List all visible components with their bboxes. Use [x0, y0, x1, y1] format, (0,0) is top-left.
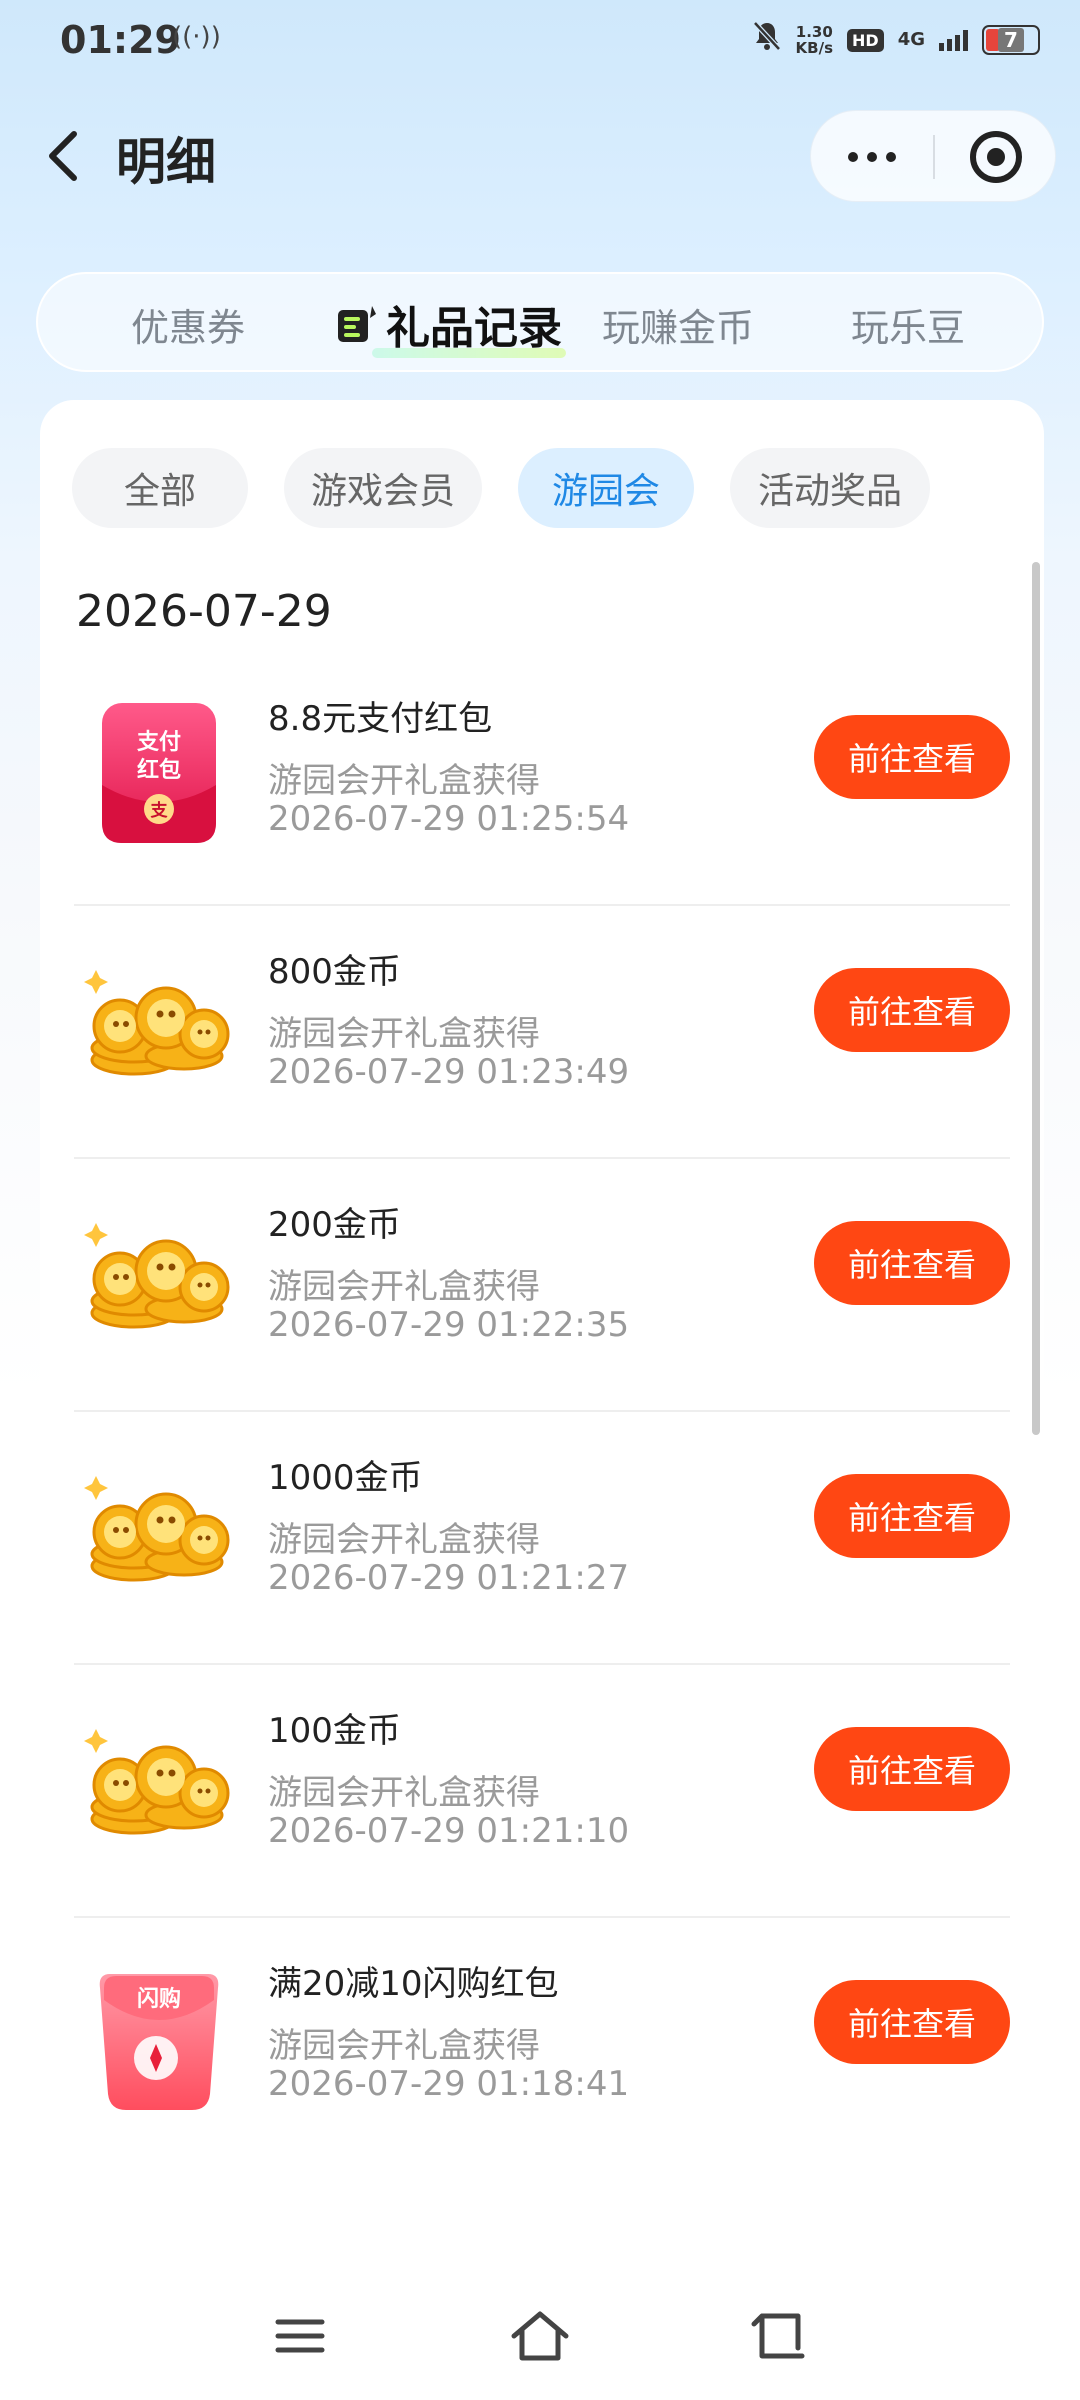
gold-coins-icon [74, 942, 244, 1112]
record-source: 游园会开礼盒获得 [268, 1520, 540, 1560]
record-title: 200金币 [268, 1205, 401, 1245]
main-tab-bar: 优惠券 礼品记录 玩赚金币 玩乐豆 [36, 272, 1044, 372]
list-item: 支付 红包 支 8.8元支付红包 游园会开礼盒获得 2026-07-29 01:… [74, 653, 1010, 906]
header: 明细 [0, 100, 1080, 210]
battery-icon: 7 [982, 25, 1040, 55]
view-button[interactable]: 前往查看 [814, 715, 1010, 799]
back-arrow-icon [49, 131, 77, 181]
payment-red-packet-icon: 支付 红包 支 [74, 689, 244, 859]
gold-coins-icon [74, 1448, 244, 1618]
filter-game-membership[interactable]: 游戏会员 [284, 448, 482, 528]
network-type: 4G [897, 29, 925, 50]
gift-record-list-icon [338, 306, 376, 342]
mute-bell-icon [752, 20, 782, 60]
mini-program-capsule [810, 110, 1056, 202]
flash-sale-label: 闪购 [137, 1986, 181, 2012]
target-circle-icon [970, 131, 1022, 183]
list-item: 1000金币 游园会开礼盒获得 2026-07-29 01:21:27 前往查看 [74, 1412, 1010, 1665]
record-time: 2026-07-29 01:18:41 [268, 2064, 630, 2104]
speed-unit: KB/s [795, 39, 834, 57]
nfc-icon: ((·)) [172, 22, 221, 52]
hd-badge: HD [847, 28, 884, 52]
tab-gift-records[interactable]: 礼品记录 [308, 274, 588, 374]
home-nav-button[interactable] [508, 2308, 572, 2364]
records-card: 全部 游戏会员 游园会 活动奖品 2026-07-29 支付 红包 支 8.8元… [40, 400, 1044, 2180]
record-title: 满20减10闪购红包 [268, 1964, 559, 2004]
tab-coupons[interactable]: 优惠券 [118, 274, 258, 374]
gold-coins-icon [74, 1195, 244, 1365]
view-button[interactable]: 前往查看 [814, 1727, 1010, 1811]
return-icon [751, 2313, 805, 2359]
flash-sale-red-packet-icon: 闪购 [74, 1954, 244, 2124]
red-packet-seal: 支 [151, 800, 169, 821]
tab-earn-coins[interactable]: 玩赚金币 [578, 274, 778, 374]
record-title: 800金币 [268, 952, 401, 992]
filter-garden-party[interactable]: 游园会 [518, 448, 694, 528]
scrollbar[interactable] [1032, 562, 1040, 1435]
list-item: 200金币 游园会开礼盒获得 2026-07-29 01:22:35 前往查看 [74, 1159, 1010, 1412]
record-time: 2026-07-29 01:21:27 [268, 1558, 630, 1598]
page-title: 明细 [116, 133, 216, 191]
record-time: 2026-07-29 01:21:10 [268, 1811, 630, 1851]
view-button[interactable]: 前往查看 [814, 968, 1010, 1052]
record-source: 游园会开礼盒获得 [268, 1773, 540, 1813]
back-button[interactable] [36, 126, 92, 186]
signal-bars-icon [939, 29, 968, 51]
record-title: 1000金币 [268, 1458, 423, 1498]
menu-icon [275, 2319, 325, 2353]
red-packet-line-2: 红包 [137, 757, 181, 783]
tab-gift-records-label: 礼品记录 [372, 292, 566, 358]
list-item: 800金币 游园会开礼盒获得 2026-07-29 01:23:49 前往查看 [74, 906, 1010, 1159]
tab-fun-beans[interactable]: 玩乐豆 [828, 274, 988, 374]
list-item: 闪购 满20减10闪购红包 游园会开礼盒获得 2026-07-29 01:18:… [74, 1918, 1010, 2171]
status-time: 01:29 [60, 18, 181, 62]
record-source: 游园会开礼盒获得 [268, 761, 540, 801]
system-nav-bar [0, 2290, 1080, 2380]
network-speed: 1.30 KB/s [796, 24, 833, 56]
back-nav-button[interactable] [748, 2308, 812, 2364]
status-icons: 1.30 KB/s HD 4G 7 [752, 20, 1040, 60]
close-mini-program-button[interactable] [935, 111, 1057, 203]
record-list: 支付 红包 支 8.8元支付红包 游园会开礼盒获得 2026-07-29 01:… [74, 653, 1010, 2171]
record-source: 游园会开礼盒获得 [268, 1014, 540, 1054]
home-icon [511, 2311, 569, 2361]
record-source: 游园会开礼盒获得 [268, 2026, 540, 2066]
date-heading: 2026-07-29 [76, 586, 332, 637]
filter-all[interactable]: 全部 [72, 448, 248, 528]
status-bar: 01:29 ((·)) 1.30 KB/s HD 4G 7 [0, 0, 1080, 80]
battery-level: 7 [998, 28, 1024, 52]
more-button[interactable] [811, 111, 933, 203]
view-button[interactable]: 前往查看 [814, 1980, 1010, 2064]
record-title: 100金币 [268, 1711, 401, 1751]
record-time: 2026-07-29 01:23:49 [268, 1052, 630, 1092]
record-source: 游园会开礼盒获得 [268, 1267, 540, 1307]
record-time: 2026-07-29 01:25:54 [268, 799, 630, 839]
list-item: 100金币 游园会开礼盒获得 2026-07-29 01:21:10 前往查看 [74, 1665, 1010, 1918]
record-time: 2026-07-29 01:22:35 [268, 1305, 630, 1345]
record-title: 8.8元支付红包 [268, 699, 493, 739]
view-button[interactable]: 前往查看 [814, 1474, 1010, 1558]
view-button[interactable]: 前往查看 [814, 1221, 1010, 1305]
gold-coins-icon [74, 1701, 244, 1871]
more-dots-icon [848, 152, 858, 162]
menu-nav-button[interactable] [268, 2308, 332, 2364]
red-packet-line-1: 支付 [137, 730, 181, 755]
filter-event-prizes[interactable]: 活动奖品 [730, 448, 930, 528]
